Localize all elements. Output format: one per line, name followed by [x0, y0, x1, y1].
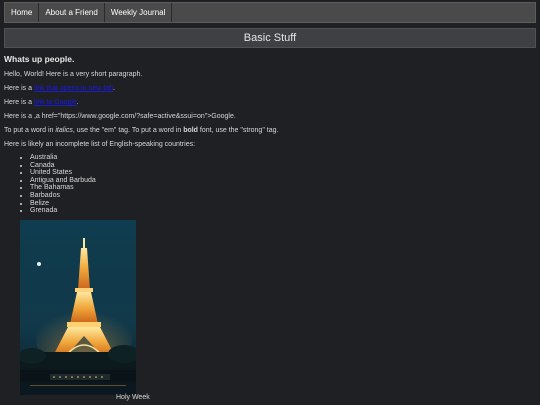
- text: To put a word in: [4, 127, 56, 134]
- text: , use the "em" tag. To put a word in: [72, 127, 184, 134]
- main-content: Whats up people. Hello, World! Here is a…: [4, 55, 534, 215]
- list-item: Canada: [30, 162, 534, 170]
- page-title-bar: Basic Stuff: [4, 28, 536, 48]
- text: font, use the "strong" tag.: [197, 127, 279, 134]
- list-item: Antigua and Barbuda: [30, 177, 534, 185]
- nav-weekly-journal[interactable]: Weekly Journal: [105, 3, 173, 22]
- list-item: Belize: [30, 200, 534, 208]
- photo-caption: Holy Week: [116, 394, 150, 401]
- list-item: Barbados: [30, 192, 534, 200]
- nav-home[interactable]: Home: [5, 3, 40, 22]
- google-link[interactable]: link to Google: [34, 99, 77, 106]
- new-tab-link[interactable]: link that opens in new tab: [34, 85, 113, 92]
- top-nav: Home About a Friend Weekly Journal: [4, 2, 536, 23]
- list-item: Grenada: [30, 207, 534, 215]
- bold-word: bold: [183, 127, 198, 134]
- paragraph-new-tab-link: Here is a link that opens in new tab.: [4, 84, 534, 93]
- italics-word: italics: [55, 127, 73, 134]
- text: .: [112, 85, 115, 92]
- text: Here is a: [4, 99, 34, 106]
- list-item: The Bahamas: [30, 184, 534, 192]
- page-title: Basic Stuff: [243, 32, 297, 44]
- paragraph-formatting: To put a word in italics, use the "em" t…: [4, 126, 534, 135]
- paragraph-list-intro: Here is likely an incomplete list of Eng…: [4, 141, 196, 148]
- country-list: Australia Canada United States Antigua a…: [4, 154, 534, 215]
- main-heading: Whats up people.: [4, 54, 75, 64]
- text: Here is a: [4, 85, 34, 92]
- list-item: Australia: [30, 154, 534, 162]
- list-item: United States: [30, 169, 534, 177]
- paragraph-hello: Hello, World! Here is a very short parag…: [4, 71, 143, 78]
- paragraph-broken-anchor: Here is a ,a href="https://www.google.co…: [4, 113, 236, 120]
- nav-about-a-friend[interactable]: About a Friend: [39, 3, 105, 22]
- text: .: [76, 99, 79, 106]
- eiffel-tower-illustration: [20, 220, 136, 395]
- eiffel-tower-photo: [20, 220, 136, 395]
- paragraph-google-link: Here is a link to Google.: [4, 98, 534, 107]
